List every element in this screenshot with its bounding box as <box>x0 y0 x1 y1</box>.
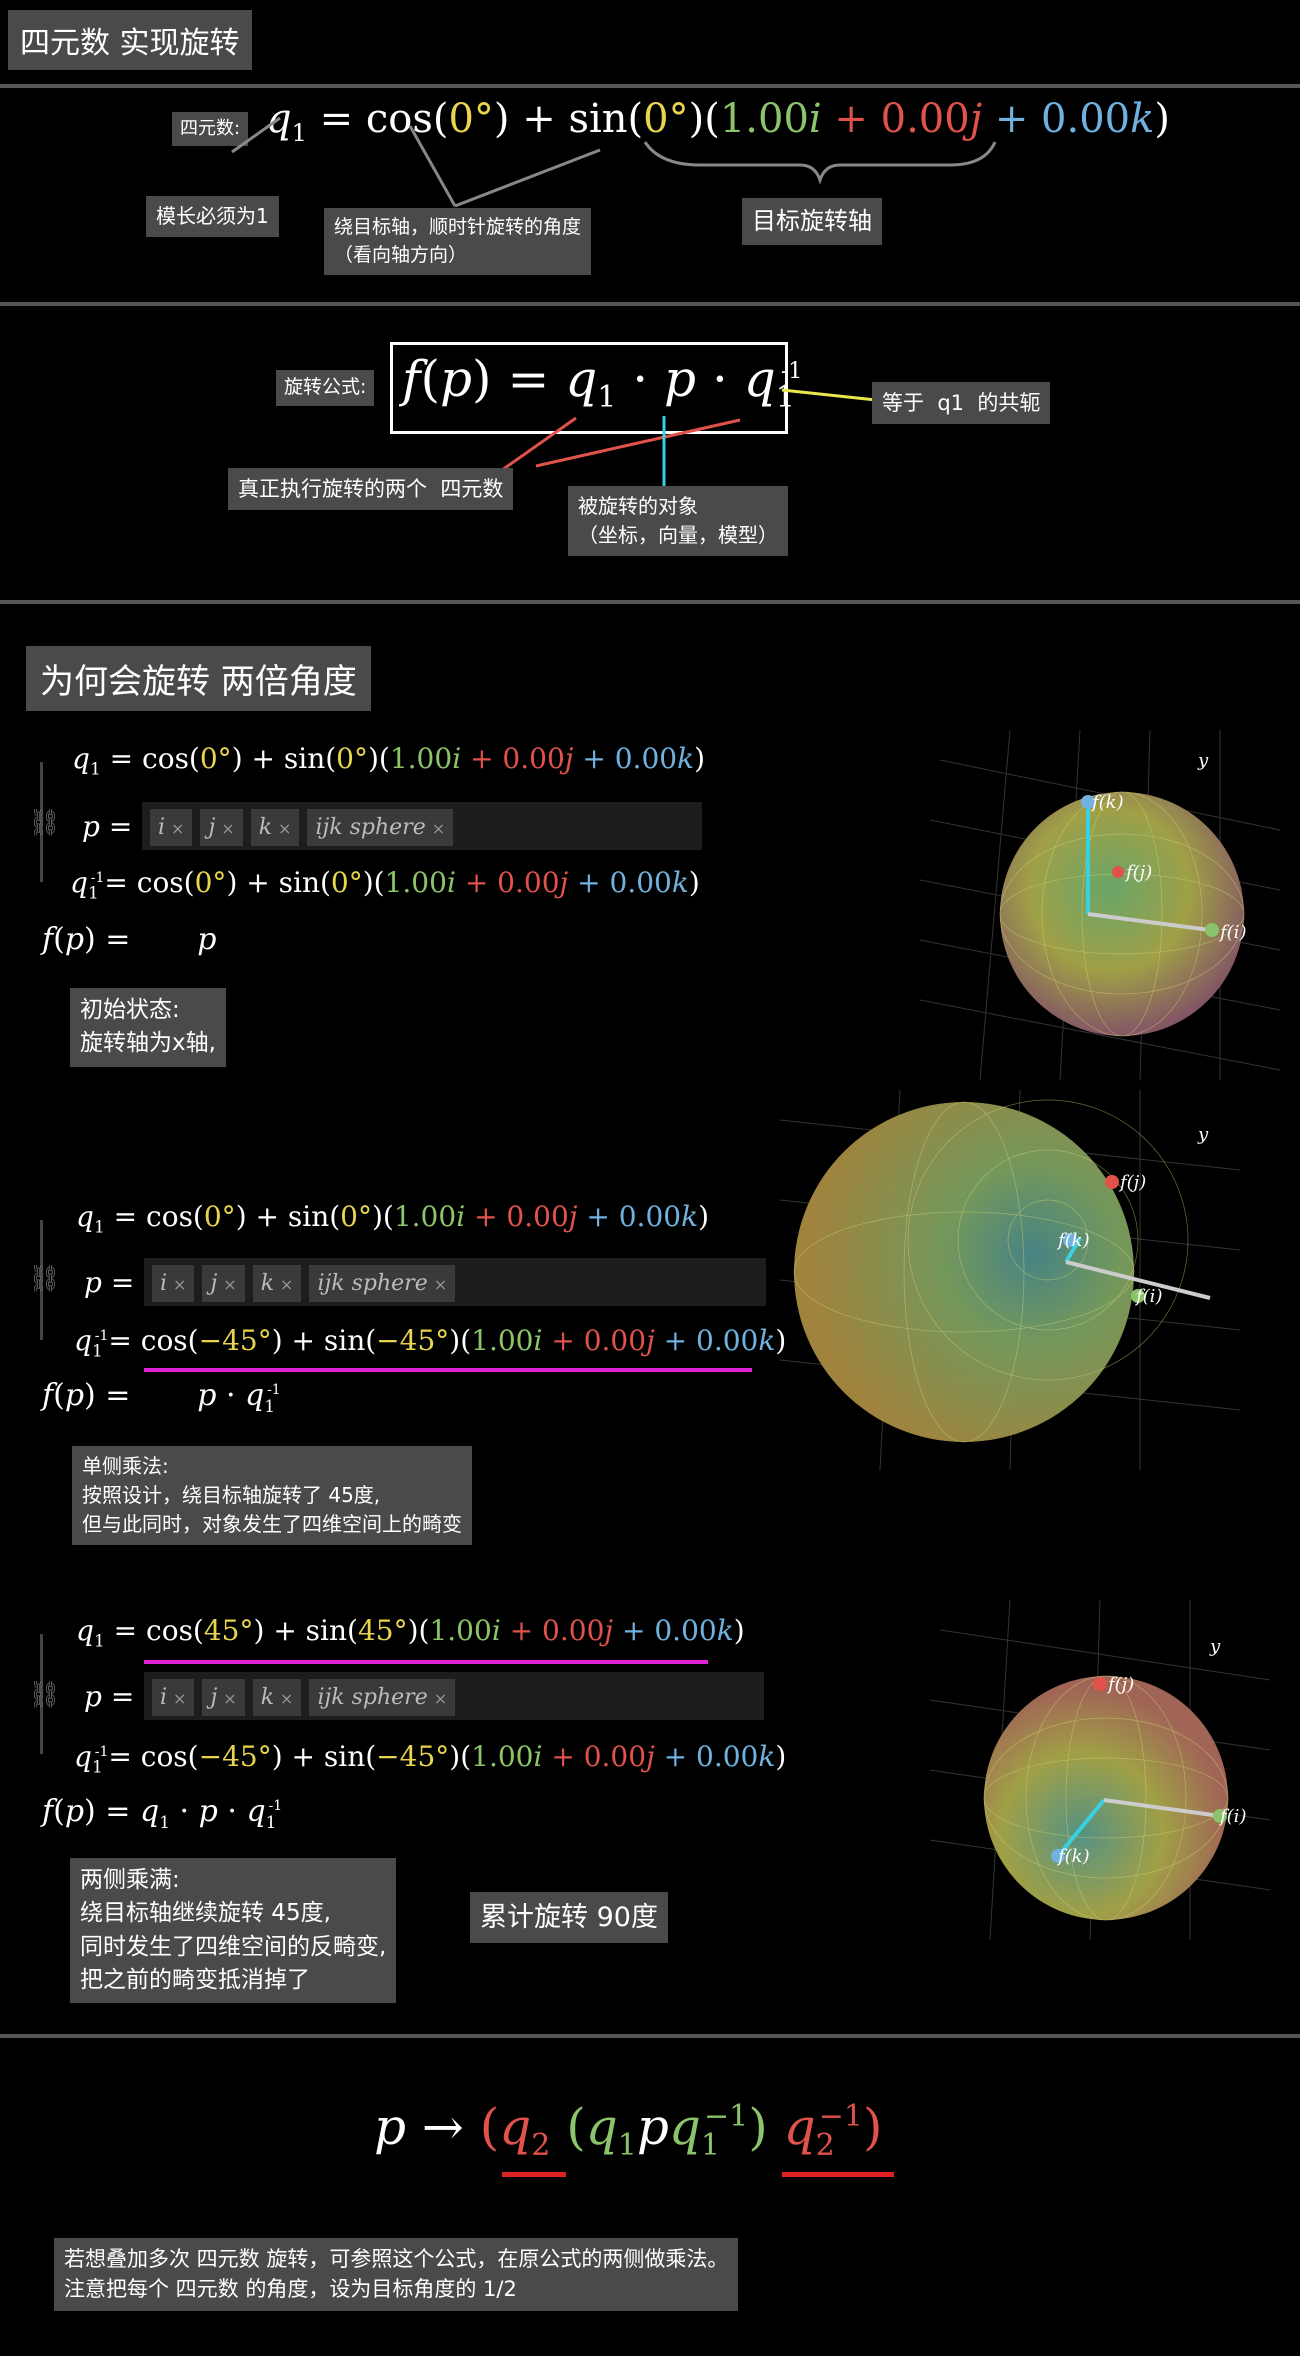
row3-note: 两侧乘满: 绕目标轴继续旋转 45度, 同时发生了四维空间的反畸变, 把之前的畸… <box>70 1858 397 2004</box>
label-fk: f(k) <box>1056 1230 1090 1251</box>
row3-q1: q1 = cos(45°) + sin(45°)(1.00i + 0.00j +… <box>76 1614 745 1652</box>
label-y: y <box>1197 1124 1209 1145</box>
composition-note: 若想叠加多次 四元数 旋转，可参照这个公式，在原公式的两侧做乘法。 注意把每个 … <box>54 2238 739 2311</box>
row3-fp: f(p) = q1 · p · q1-1 <box>42 1794 283 1833</box>
row1-p-label: p = <box>82 810 133 843</box>
label-y: y <box>1197 750 1209 771</box>
row2-qinv: q1-1= cos(−45°) + sin(−45°)(1.00i + 0.00… <box>74 1324 787 1362</box>
row3-total-rotation: 累计旋转 90度 <box>470 1892 668 1944</box>
tag-i: i × <box>150 809 193 846</box>
label-fi: f(i) <box>1218 1806 1246 1827</box>
note-rotated-object: 被旋转的对象 （坐标，向量，模型） <box>568 486 788 556</box>
row2-p-input[interactable]: i × j × k × ijk sphere × <box>144 1258 766 1306</box>
link-icon[interactable]: ⛓ <box>28 808 61 838</box>
q2-underline-left <box>502 2172 566 2177</box>
tag-j: j × <box>202 1679 245 1716</box>
tag-sphere: ijk sphere × <box>309 1679 456 1716</box>
label-fj: f(j) <box>1106 1674 1134 1695</box>
tag-k: k × <box>252 1265 302 1302</box>
sphere-3 <box>984 1676 1228 1920</box>
sphere-plot-2: f(k) f(j) f(i) y <box>780 1090 1240 1470</box>
composition-formula: p → (q2 (q1pq1−1) q2−1) <box>374 2098 883 2163</box>
row1-p-input[interactable]: i × j × k × ijk sphere × <box>142 802 702 850</box>
tag-k: k × <box>252 1679 302 1716</box>
label-fi: f(i) <box>1218 922 1246 943</box>
divider <box>0 2034 1300 2038</box>
row3-q1-underline <box>144 1660 708 1664</box>
row2-p-label: p = <box>84 1266 135 1299</box>
tag-k: k × <box>250 809 300 846</box>
tag-i: i × <box>152 1679 195 1716</box>
sphere-1 <box>1000 792 1244 1036</box>
tag-sphere: ijk sphere × <box>307 809 454 846</box>
link-icon[interactable]: ⛓ <box>28 1680 61 1710</box>
tag-i: i × <box>152 1265 195 1302</box>
q2-underline-right <box>782 2172 894 2177</box>
note-two-quaternions: 真正执行旋转的两个 四元数 <box>228 468 514 511</box>
row3-qinv: q1-1= cos(−45°) + sin(−45°)(1.00i + 0.00… <box>74 1740 787 1778</box>
sphere-plot-1: f(k) f(j) f(i) y <box>920 729 1280 1080</box>
row1-q1: q1 = cos(0°) + sin(0°)(1.00i + 0.00j + 0… <box>72 742 705 780</box>
label-y: y <box>1209 1636 1221 1657</box>
label-fi: f(i) <box>1134 1286 1162 1307</box>
row2-note: 单侧乘法: 按照设计，绕目标轴旋转了 45度, 但与此同时，对象发生了四维空间上… <box>72 1446 472 1545</box>
sphere-plot-3: f(k) f(j) f(i) y <box>930 1600 1270 1940</box>
label-fj: f(j) <box>1118 1172 1146 1193</box>
label-fj: f(j) <box>1124 862 1152 883</box>
tag-j: j × <box>200 809 243 846</box>
row2-fp: f(p) = p · q1-1 <box>42 1378 281 1417</box>
tag-sphere: ijk sphere × <box>309 1265 456 1302</box>
row3-p-input[interactable]: i × j × k × ijk sphere × <box>144 1672 764 1720</box>
label-fk: f(k) <box>1090 792 1124 813</box>
note-conjugate: 等于 q1 的共轭 <box>872 382 1051 425</box>
section-title-double-angle: 为何会旋转 两倍角度 <box>26 646 371 711</box>
row2-q1: q1 = cos(0°) + sin(0°)(1.00i + 0.00j + 0… <box>76 1200 709 1238</box>
row1-qinv: q1-1= cos(0°) + sin(0°)(1.00i + 0.00j + … <box>70 866 700 904</box>
row1-fp: f(p) = p <box>42 922 217 957</box>
tag-j: j × <box>202 1265 245 1302</box>
label-fk: f(k) <box>1056 1846 1090 1867</box>
row2-qinv-underline <box>144 1368 752 1372</box>
divider <box>0 600 1300 604</box>
row3-p-label: p = <box>84 1680 135 1713</box>
row1-note: 初始状态: 旋转轴为x轴, <box>70 988 226 1067</box>
link-icon[interactable]: ⛓ <box>28 1264 61 1294</box>
